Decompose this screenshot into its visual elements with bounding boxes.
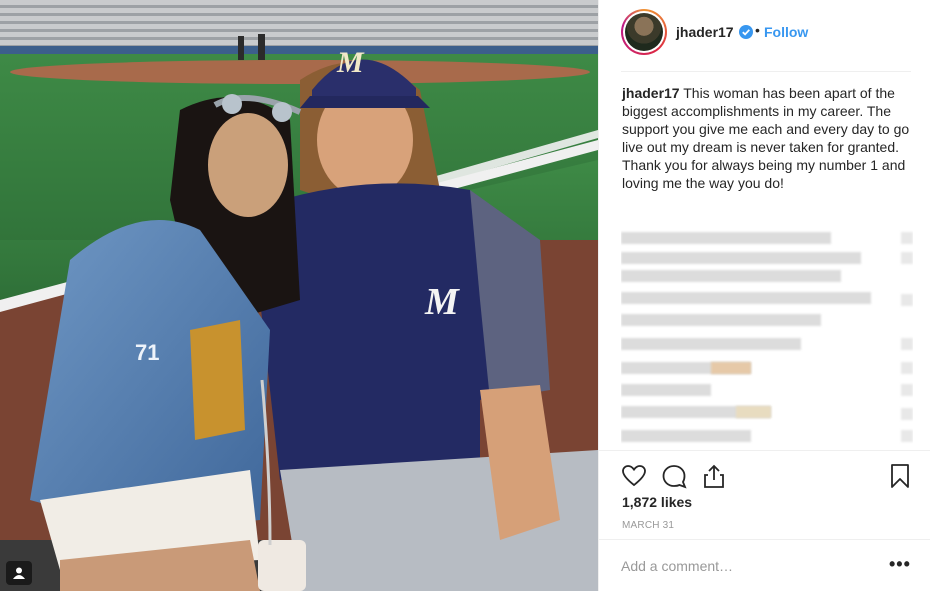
comments-list-blurred xyxy=(621,196,913,448)
post-username[interactable]: jhader17 xyxy=(676,24,734,40)
comment-bubble-icon[interactable] xyxy=(661,463,687,489)
post-header: jhader17 • Follow xyxy=(599,0,930,72)
jersey-logo: M xyxy=(425,281,459,323)
user-tag-icon xyxy=(13,567,25,579)
add-comment-bar: ••• xyxy=(599,539,930,591)
post-actions-bar xyxy=(599,450,930,496)
heart-icon[interactable] xyxy=(621,463,647,489)
verified-badge-icon xyxy=(739,25,753,39)
post-photo[interactable]: M M 71 xyxy=(0,0,598,591)
follow-button[interactable]: Follow xyxy=(764,24,808,40)
more-options-button[interactable]: ••• xyxy=(889,554,911,575)
share-upload-icon[interactable] xyxy=(701,463,727,489)
post-side-panel: jhader17 • Follow jhader17 This woman ha… xyxy=(598,0,930,591)
post-caption: jhader17 This woman has been apart of th… xyxy=(622,84,914,192)
likes-count[interactable]: 1,872 likes xyxy=(622,494,692,510)
cap-logo: M xyxy=(337,46,364,79)
caption-username[interactable]: jhader17 xyxy=(622,85,680,101)
post-date[interactable]: MARCH 31 xyxy=(622,520,674,531)
bookmark-icon[interactable] xyxy=(887,463,913,489)
avatar[interactable] xyxy=(621,9,667,55)
jacket-patch-number: 71 xyxy=(135,340,160,365)
header-divider xyxy=(621,71,911,72)
user-tag-button[interactable] xyxy=(6,561,32,585)
add-comment-input[interactable] xyxy=(621,558,871,574)
post-photo-illustration xyxy=(0,0,598,591)
header-separator: • xyxy=(755,22,760,38)
